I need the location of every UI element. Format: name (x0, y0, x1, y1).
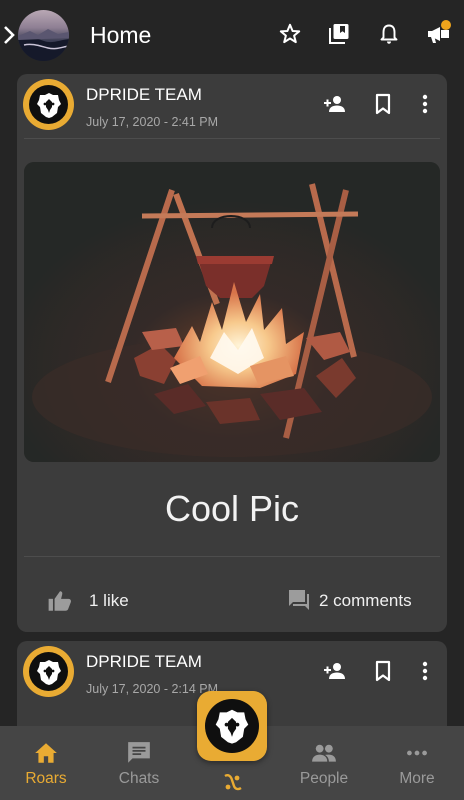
nav-label-people: People (299, 770, 349, 787)
nav-item-more[interactable]: More (371, 726, 463, 800)
comment-icon[interactable] (287, 588, 311, 612)
thumb-up-icon[interactable] (47, 588, 73, 614)
center-logo-button[interactable] (197, 691, 267, 761)
post-author[interactable]: DPRIDE TEAM (86, 652, 202, 672)
nav-label-chats: Chats (118, 770, 160, 787)
post-caption: Cool Pic (164, 488, 300, 529)
home-icon (35, 743, 57, 763)
star-icon[interactable] (278, 22, 302, 46)
paw-icon (224, 774, 242, 791)
avatar[interactable] (18, 10, 69, 61)
more-vert-icon[interactable] (413, 92, 437, 116)
comment-count[interactable]: 2 comments (319, 591, 412, 611)
post-date: July 17, 2020 - 2:14 PM (86, 682, 219, 696)
divider (24, 556, 440, 557)
nav-item-chats[interactable]: Chats (93, 726, 185, 800)
top-app-bar: Home (0, 0, 464, 70)
chat-icon (128, 742, 150, 763)
bookmark-icon[interactable] (371, 659, 395, 683)
more-vert-icon[interactable] (413, 659, 437, 683)
author-avatar[interactable] (23, 79, 74, 130)
nav-label-roars: Roars (25, 770, 67, 787)
post-author[interactable]: DPRIDE TEAM (86, 85, 202, 105)
library-icon[interactable] (327, 22, 351, 46)
lion-logo-icon (36, 659, 61, 685)
people-icon (312, 744, 336, 762)
author-avatar[interactable] (23, 646, 74, 697)
nav-item-people[interactable]: People (278, 726, 370, 800)
post-date: July 17, 2020 - 2:41 PM (86, 115, 219, 129)
lion-logo-icon (215, 709, 249, 744)
notification-dot (441, 20, 451, 30)
follow-icon[interactable] (322, 92, 346, 116)
chevron-right-icon[interactable] (2, 24, 16, 46)
post-header: DPRIDE TEAM July 17, 2020 - 2:41 PM (17, 74, 447, 138)
like-count[interactable]: 1 like (89, 591, 129, 611)
post-card: DPRIDE TEAM July 17, 2020 - 2:41 PM Cool… (17, 74, 447, 632)
nav-item-roars[interactable]: Roars (0, 726, 92, 800)
bell-icon[interactable] (377, 22, 401, 46)
follow-icon[interactable] (322, 659, 346, 683)
bookmark-icon[interactable] (371, 92, 395, 116)
more-icon (407, 750, 427, 756)
lion-logo-icon (36, 92, 61, 118)
post-image[interactable] (24, 162, 440, 462)
nav-label-more: More (399, 770, 435, 787)
divider (24, 138, 440, 139)
page-title: Home (90, 22, 152, 48)
post-actions: 1 like 2 comments (17, 579, 447, 619)
